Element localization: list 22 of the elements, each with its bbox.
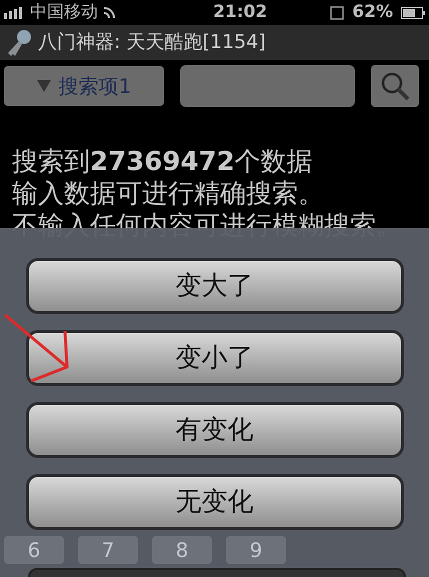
caret-icon	[36, 80, 51, 92]
clock-time: 21:02	[213, 0, 268, 24]
keyboard-key[interactable]: 7	[78, 536, 138, 564]
option-button[interactable]: 变大了	[26, 258, 404, 314]
battery-icon	[400, 6, 425, 18]
option-button[interactable]: 无变化	[26, 474, 404, 530]
search-field[interactable]	[180, 65, 355, 107]
keyboard-key[interactable]: 8	[152, 536, 212, 564]
keyboard-key[interactable]: 6	[4, 536, 64, 564]
option-button[interactable]: 变小了	[26, 330, 404, 386]
battery-percent: 62%	[352, 0, 393, 24]
search-item-dropdown[interactable]: 搜索项1	[4, 66, 164, 106]
carrier-name: 中国移动	[30, 0, 98, 24]
result-message: 输入数据可进行精确搜索。	[12, 178, 325, 210]
result-message: 搜索到27369472个数据	[12, 146, 314, 178]
keyboard-key[interactable]: 9	[226, 536, 286, 564]
wifi-icon	[102, 6, 118, 20]
search-icon	[380, 71, 410, 101]
app-title: 八门神器: 天天酷跑[1154]	[38, 30, 266, 56]
search-button[interactable]	[371, 65, 419, 107]
result-message: 不输入任何内容可进行模糊搜索。	[12, 210, 403, 242]
option-button[interactable]: 有变化	[26, 402, 404, 458]
